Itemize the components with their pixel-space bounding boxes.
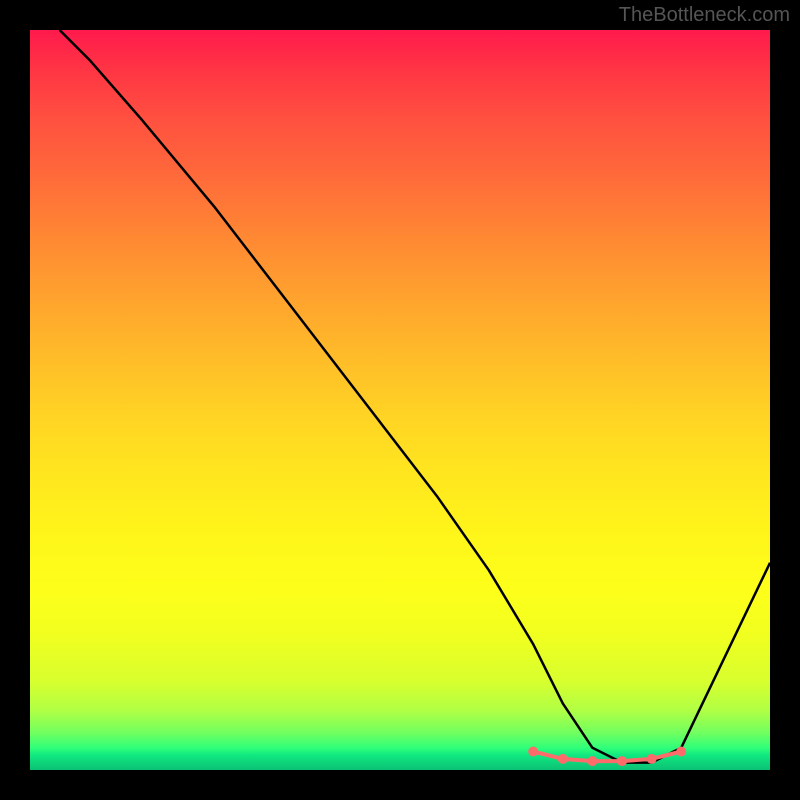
chart-svg xyxy=(30,30,770,770)
curve-line xyxy=(60,30,770,763)
watermark-text: TheBottleneck.com xyxy=(619,4,790,27)
chart-plot-area xyxy=(30,30,770,770)
